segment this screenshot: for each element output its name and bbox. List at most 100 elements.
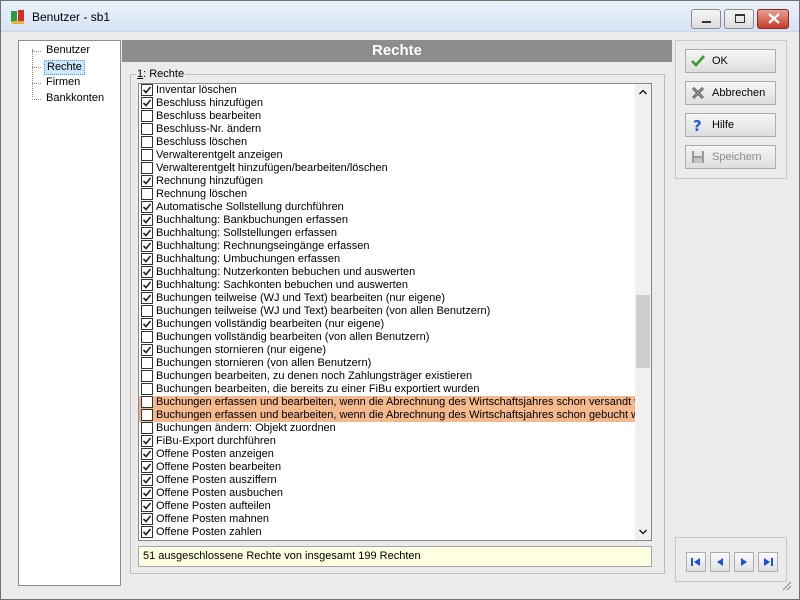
right-row[interactable]: Buchungen vollständig bearbeiten (von al… <box>139 331 635 344</box>
right-checkbox[interactable] <box>141 123 153 135</box>
right-checkbox[interactable] <box>141 422 153 434</box>
minimize-button[interactable] <box>691 9 721 29</box>
right-row[interactable]: Buchungen teilweise (WJ und Text) bearbe… <box>139 292 635 305</box>
tree-item-firmen[interactable]: Firmen <box>19 75 119 91</box>
right-row[interactable]: Offene Posten bearbeiten <box>139 461 635 474</box>
right-row[interactable]: Rechnung löschen <box>139 188 635 201</box>
right-row[interactable]: Beschluss-Nr. ändern <box>139 123 635 136</box>
right-checkbox[interactable] <box>141 149 153 161</box>
right-checkbox[interactable] <box>141 474 153 486</box>
right-row[interactable]: Offene Posten ausziffern <box>139 474 635 487</box>
right-row[interactable]: Offene Posten anzeigen <box>139 448 635 461</box>
right-checkbox[interactable] <box>141 318 153 330</box>
tree-item-rechte[interactable]: Rechte <box>19 59 119 75</box>
right-row[interactable]: Rechnung hinzufügen <box>139 175 635 188</box>
title-bar[interactable]: Benutzer - sb1 <box>1 1 799 32</box>
right-checkbox[interactable] <box>141 435 153 447</box>
tree-item-bankkonten[interactable]: Bankkonten <box>19 91 119 107</box>
right-row[interactable]: Buchungen bearbeiten, die bereits zu ein… <box>139 383 635 396</box>
right-checkbox[interactable] <box>141 175 153 187</box>
right-checkbox[interactable] <box>141 487 153 499</box>
right-checkbox[interactable] <box>141 214 153 226</box>
right-checkbox[interactable] <box>141 396 153 408</box>
rights-checklist[interactable]: Inventar löschen Beschluss hinzufügen Besc… <box>138 83 652 541</box>
close-button[interactable] <box>757 9 789 29</box>
right-checkbox[interactable] <box>141 409 153 421</box>
next-record-button[interactable] <box>734 552 754 572</box>
previous-record-button[interactable] <box>710 552 730 572</box>
cancel-button[interactable]: Abbrechen <box>685 81 776 105</box>
right-label: Beschluss hinzufügen <box>156 97 264 109</box>
scroll-up-button[interactable] <box>635 84 651 100</box>
scroll-down-button[interactable] <box>635 524 651 540</box>
save-button[interactable]: Speichern <box>685 145 776 169</box>
right-row[interactable]: Buchungen stornieren (von allen Benutzer… <box>139 357 635 370</box>
right-row[interactable]: Buchungen stornieren (nur eigene) <box>139 344 635 357</box>
right-checkbox[interactable] <box>141 461 153 473</box>
vertical-scrollbar[interactable] <box>635 84 651 540</box>
right-checkbox[interactable] <box>141 513 153 525</box>
right-row[interactable]: Buchungen erfassen und bearbeiten, wenn … <box>139 409 645 422</box>
first-record-button[interactable] <box>686 552 706 572</box>
right-label: Buchungen stornieren (von allen Benutzer… <box>156 357 372 369</box>
right-checkbox[interactable] <box>141 292 153 304</box>
right-checkbox[interactable] <box>141 357 153 369</box>
right-row[interactable]: Offene Posten mahnen <box>139 513 635 526</box>
right-checkbox[interactable] <box>141 383 153 395</box>
right-row[interactable]: FiBu-Export durchführen <box>139 435 635 448</box>
navigation-tree: Benutzer Rechte Firmen Bankkonten <box>18 40 121 586</box>
scroll-thumb[interactable] <box>636 295 650 368</box>
right-checkbox[interactable] <box>141 201 153 213</box>
right-row[interactable]: Buchhaltung: Nutzerkonten bebuchen und a… <box>139 266 635 279</box>
right-checkbox[interactable] <box>141 331 153 343</box>
right-checkbox[interactable] <box>141 188 153 200</box>
right-row[interactable]: Beschluss löschen <box>139 136 635 149</box>
right-row[interactable]: Buchungen ändern: Objekt zuordnen <box>139 422 635 435</box>
right-row[interactable]: Buchhaltung: Sachkonten bebuchen und aus… <box>139 279 635 292</box>
right-checkbox[interactable] <box>141 162 153 174</box>
ok-button[interactable]: OK <box>685 49 776 73</box>
right-row[interactable]: Beschluss hinzufügen <box>139 97 635 110</box>
right-checkbox[interactable] <box>141 305 153 317</box>
right-row[interactable]: Buchungen erfassen und bearbeiten, wenn … <box>139 396 648 409</box>
help-button[interactable]: ? Hilfe <box>685 113 776 137</box>
right-checkbox[interactable] <box>141 97 153 109</box>
right-row[interactable]: Offene Posten ausbuchen <box>139 487 635 500</box>
right-row[interactable]: Buchungen bearbeiten, zu denen noch Zahl… <box>139 370 635 383</box>
right-row[interactable]: Buchhaltung: Rechnungseingänge erfassen <box>139 240 635 253</box>
right-row[interactable]: Automatische Sollstellung durchführen <box>139 201 635 214</box>
right-row[interactable]: Verwalterentgelt anzeigen <box>139 149 635 162</box>
right-checkbox[interactable] <box>141 370 153 382</box>
right-checkbox[interactable] <box>141 110 153 122</box>
right-label: Verwalterentgelt anzeigen <box>156 149 283 161</box>
right-row[interactable]: Beschluss bearbeiten <box>139 110 635 123</box>
right-row[interactable]: Buchhaltung: Bankbuchungen erfassen <box>139 214 635 227</box>
last-record-button[interactable] <box>758 552 778 572</box>
right-checkbox[interactable] <box>141 279 153 291</box>
right-row[interactable]: Offene Posten zahlen <box>139 526 635 539</box>
right-checkbox[interactable] <box>141 84 153 96</box>
tree-item-benutzer[interactable]: Benutzer <box>19 43 119 59</box>
right-checkbox[interactable] <box>141 344 153 356</box>
right-checkbox[interactable] <box>141 136 153 148</box>
right-checkbox[interactable] <box>141 500 153 512</box>
right-checkbox[interactable] <box>141 266 153 278</box>
right-checkbox[interactable] <box>141 240 153 252</box>
right-row[interactable]: Verwalterentgelt hinzufügen/bearbeiten/l… <box>139 162 635 175</box>
maximize-button[interactable] <box>724 9 754 29</box>
right-checkbox[interactable] <box>141 526 153 538</box>
resize-grip-icon[interactable] <box>780 579 792 591</box>
cancel-button-label: Abbrechen <box>712 87 766 99</box>
right-row[interactable]: Buchungen vollständig bearbeiten (nur ei… <box>139 318 635 331</box>
right-checkbox[interactable] <box>141 448 153 460</box>
right-row[interactable]: Buchungen teilweise (WJ und Text) bearbe… <box>139 305 635 318</box>
right-row[interactable]: Inventar löschen <box>139 84 635 97</box>
right-checkbox[interactable] <box>141 253 153 265</box>
right-label: Buchhaltung: Umbuchungen erfassen <box>156 253 341 265</box>
right-checkbox[interactable] <box>141 227 153 239</box>
right-label: Beschluss bearbeiten <box>156 110 262 122</box>
right-row[interactable]: Offene Posten aufteilen <box>139 500 635 513</box>
right-label: Verwalterentgelt hinzufügen/bearbeiten/l… <box>156 162 388 174</box>
right-row[interactable]: Buchhaltung: Umbuchungen erfassen <box>139 253 635 266</box>
right-row[interactable]: Buchhaltung: Sollstellungen erfassen <box>139 227 635 240</box>
